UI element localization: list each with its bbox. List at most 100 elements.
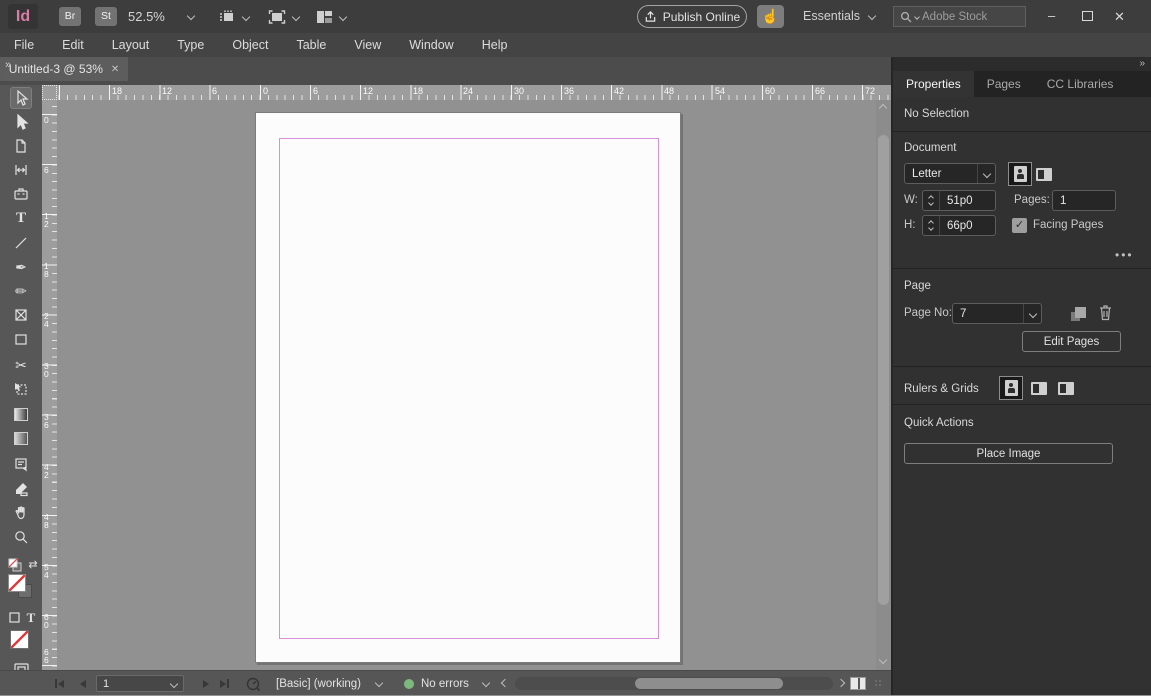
spread-view-button[interactable] (850, 671, 866, 696)
menu-edit[interactable]: Edit (48, 38, 98, 52)
fill-color-swatch[interactable] (8, 574, 32, 598)
page-size-select[interactable]: Letter (904, 163, 996, 184)
pencil-tool[interactable]: ✏ (11, 281, 31, 301)
toolbar-dock-grip[interactable] (4, 73, 38, 81)
zoom-dropdown-chevron-icon[interactable] (186, 11, 196, 21)
touch-workspace-button[interactable]: ☝ (757, 5, 784, 28)
view-options-button[interactable] (218, 8, 251, 25)
add-page-icon[interactable] (1071, 307, 1086, 321)
document-page[interactable] (255, 112, 681, 663)
page-tool[interactable] (11, 136, 31, 156)
document-tab-bar: » Untitled-3 @ 53% ✕ (0, 57, 893, 85)
toolbar-expand-icon[interactable]: » (5, 59, 11, 71)
workspace-switcher[interactable]: Essentials (803, 9, 877, 23)
h-ruler-mark: 12 (162, 86, 173, 96)
ruler-origin-corner[interactable] (42, 85, 57, 100)
minimize-button[interactable]: – (1048, 8, 1055, 23)
pen-tool[interactable]: ✒ (11, 257, 31, 277)
tab-cc-libraries[interactable]: CC Libraries (1034, 71, 1127, 97)
preflight-icon[interactable] (245, 676, 261, 692)
scroll-down-icon[interactable] (878, 655, 888, 665)
zoom-tool[interactable] (11, 527, 31, 547)
screen-mode-menu-button[interactable] (268, 8, 301, 25)
place-image-button[interactable]: Place Image (904, 443, 1113, 464)
menu-window[interactable]: Window (395, 38, 467, 52)
panel-collapse-icon[interactable]: » (1139, 58, 1144, 69)
default-fill-stroke-icon[interactable] (5, 555, 25, 575)
color-theme-tool[interactable] (11, 479, 31, 499)
bridge-button[interactable]: Br (59, 7, 81, 26)
note-tool[interactable] (11, 454, 31, 474)
menu-table[interactable]: Table (282, 38, 340, 52)
formatting-affects-text-button[interactable]: T (21, 607, 41, 627)
menu-help[interactable]: Help (468, 38, 522, 52)
publish-online-button[interactable]: Publish Online (637, 5, 747, 28)
tab-pages[interactable]: Pages (974, 71, 1034, 97)
page-no-select[interactable]: 7 (952, 303, 1042, 324)
free-transform-tool[interactable] (11, 379, 31, 399)
gradient-feather-tool[interactable] (11, 428, 31, 448)
zoom-level-value[interactable]: 52.5% (128, 9, 165, 24)
horizontal-scrollbar[interactable] (515, 677, 833, 690)
scroll-right-icon[interactable] (836, 678, 846, 688)
pasteboard[interactable] (57, 100, 876, 670)
vertical-scroll-thumb[interactable] (878, 135, 889, 605)
adobe-stock-search[interactable] (893, 6, 1026, 27)
gap-tool[interactable] (11, 160, 31, 180)
pages-input[interactable]: 1 (1052, 190, 1116, 211)
preflight-profile[interactable]: [Basic] (working) (276, 671, 361, 696)
edit-pages-button[interactable]: Edit Pages (1022, 331, 1121, 352)
document-grid-button[interactable] (1055, 377, 1077, 399)
tab-properties[interactable]: Properties (893, 71, 974, 97)
vertical-ruler[interactable]: 0 6 1 2 1 8 2 4 3 0 3 6 4 2 4 8 5 4 6 0 … (42, 100, 57, 670)
menu-type[interactable]: Type (163, 38, 218, 52)
stock-search-input[interactable] (922, 10, 1008, 23)
rectangle-tool[interactable] (11, 329, 31, 349)
baseline-grid-button[interactable] (1028, 377, 1050, 399)
page-number-field[interactable]: 1 (96, 671, 184, 696)
scissors-tool[interactable]: ✂ (11, 355, 31, 375)
landscape-orientation-button[interactable] (1033, 163, 1055, 185)
height-input[interactable]: 66p0 (922, 215, 996, 236)
width-stepper[interactable] (923, 191, 940, 210)
content-collector-tool[interactable] (11, 184, 31, 204)
width-input[interactable]: 51p0 (922, 190, 996, 211)
portrait-orientation-button[interactable] (1008, 162, 1032, 186)
scroll-up-icon[interactable] (878, 103, 888, 113)
line-tool[interactable] (11, 233, 31, 253)
first-page-button[interactable] (55, 671, 64, 696)
previous-page-button[interactable] (80, 671, 86, 696)
show-rulers-button[interactable] (999, 376, 1023, 400)
errors-chevron-icon[interactable] (481, 678, 491, 688)
menu-layout[interactable]: Layout (98, 38, 164, 52)
swap-fill-stroke-icon[interactable]: ⇄ (23, 555, 43, 575)
menu-object[interactable]: Object (218, 38, 282, 52)
vertical-scrollbar[interactable] (876, 100, 891, 670)
tab-close-icon[interactable]: ✕ (111, 64, 119, 75)
delete-page-icon[interactable] (1098, 304, 1113, 321)
hand-tool[interactable] (11, 503, 31, 523)
menu-file[interactable]: File (0, 38, 48, 52)
adobe-stock-button[interactable]: St (95, 7, 117, 26)
type-tool[interactable]: T (11, 208, 31, 228)
preflight-profile-chevron-icon[interactable] (374, 678, 384, 688)
frame-tool[interactable] (11, 305, 31, 325)
scroll-left-icon[interactable] (500, 678, 510, 688)
resize-grip[interactable] (874, 671, 883, 696)
selection-tool[interactable] (10, 87, 32, 109)
gradient-swatch-tool[interactable] (11, 404, 31, 424)
horizontal-scroll-thumb[interactable] (635, 678, 783, 689)
menu-view[interactable]: View (340, 38, 395, 52)
more-options-icon[interactable]: ••• (1115, 248, 1134, 262)
arrange-documents-button[interactable] (316, 8, 348, 25)
preflight-errors-label[interactable]: No errors (421, 671, 469, 696)
height-stepper[interactable] (923, 216, 940, 235)
facing-pages-checkbox[interactable]: ✓ (1012, 218, 1027, 233)
stroke-none-swatch[interactable] (10, 630, 29, 649)
direct-selection-tool[interactable] (11, 112, 31, 132)
horizontal-ruler[interactable]: 18 12 6 0 6 12 18 24 30 36 42 48 54 60 6… (42, 85, 891, 100)
maximize-button[interactable] (1082, 11, 1093, 21)
last-page-button[interactable] (220, 671, 229, 696)
next-page-button[interactable] (203, 671, 209, 696)
close-button[interactable]: ✕ (1114, 9, 1125, 25)
